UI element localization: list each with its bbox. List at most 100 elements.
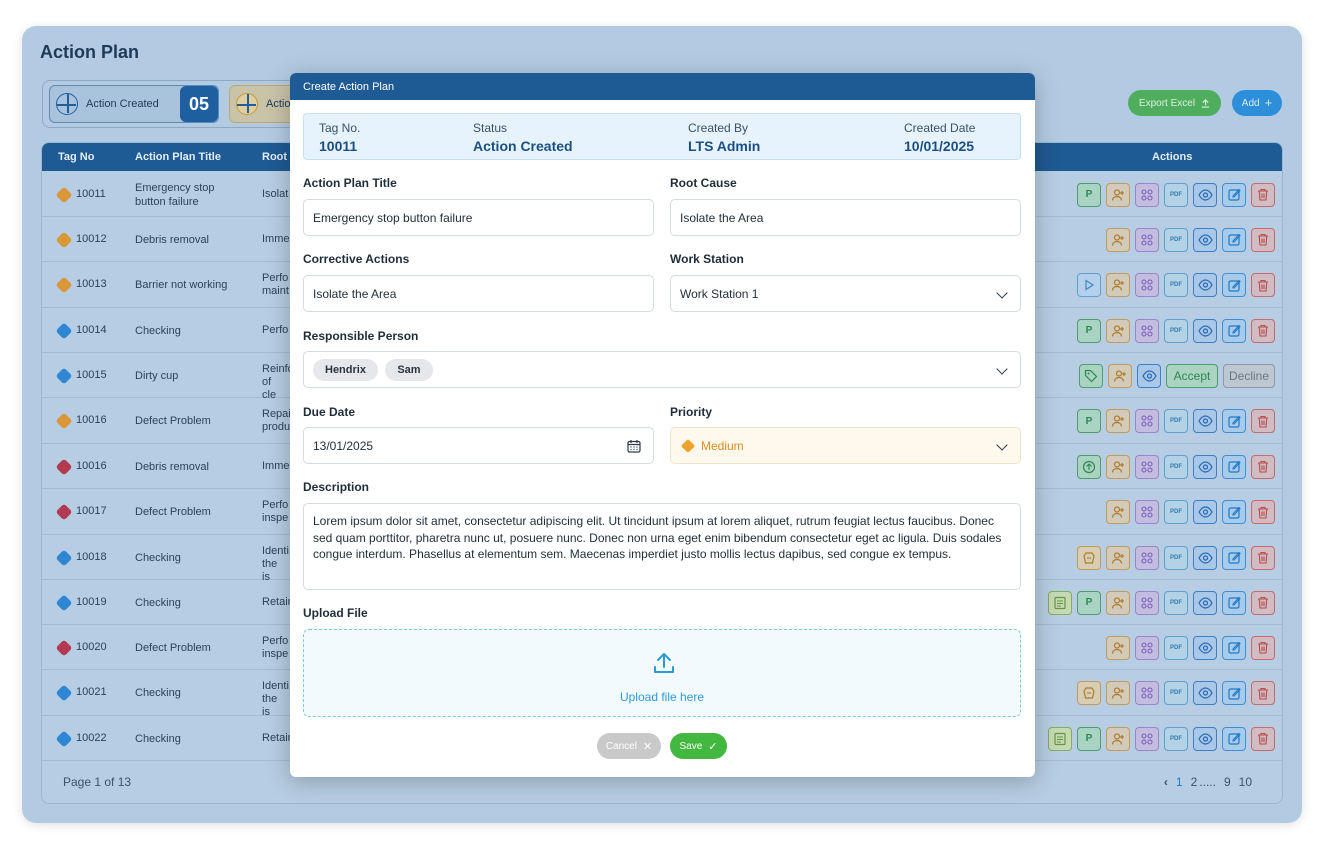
assign-user-button[interactable]	[1106, 182, 1130, 207]
workflow-button[interactable]	[1135, 318, 1159, 343]
assign-user-button[interactable]	[1106, 635, 1130, 660]
view-button[interactable]	[1193, 409, 1217, 433]
workflow-button[interactable]	[1135, 545, 1159, 570]
tag-button[interactable]	[1079, 363, 1103, 388]
prev-page-button[interactable]: ‹	[1164, 775, 1168, 789]
view-button[interactable]	[1193, 227, 1217, 252]
view-button[interactable]	[1193, 681, 1217, 705]
bag-button[interactable]	[1077, 545, 1101, 570]
edit-button[interactable]	[1222, 273, 1246, 297]
delete-button[interactable]	[1251, 681, 1275, 705]
workflow-button[interactable]	[1135, 273, 1159, 297]
p-button[interactable]: P	[1077, 318, 1101, 343]
delete-button[interactable]	[1251, 409, 1275, 433]
corrective-actions-input[interactable]: Isolate the Area	[303, 275, 654, 312]
accept-button[interactable]: Accept	[1166, 363, 1218, 388]
p-button[interactable]: P	[1077, 182, 1101, 207]
assign-user-button[interactable]	[1106, 227, 1130, 252]
view-button[interactable]	[1193, 182, 1217, 207]
assign-user-button[interactable]	[1106, 590, 1130, 615]
delete-button[interactable]	[1251, 318, 1275, 343]
delete-button[interactable]	[1251, 500, 1275, 524]
pdf-button[interactable]: PDF	[1164, 545, 1188, 570]
action-plan-title-input[interactable]: Emergency stop button failure	[303, 199, 654, 236]
root-cause-input[interactable]: Isolate the Area	[670, 199, 1021, 236]
decline-button[interactable]: Decline	[1223, 363, 1275, 388]
delete-button[interactable]	[1251, 545, 1275, 570]
upload-dropzone[interactable]: Upload file here	[303, 629, 1021, 717]
cancel-button[interactable]: Cancel ✕	[597, 733, 661, 759]
workflow-button[interactable]	[1135, 454, 1159, 479]
calendar-icon[interactable]	[627, 439, 641, 453]
edit-button[interactable]	[1222, 409, 1246, 433]
pdf-button[interactable]: PDF	[1164, 681, 1188, 705]
assign-user-button[interactable]	[1106, 500, 1130, 524]
p-button[interactable]: P	[1077, 590, 1101, 615]
view-button[interactable]	[1193, 454, 1217, 479]
progress-button[interactable]	[1077, 454, 1101, 479]
description-textarea[interactable]: Lorem ipsum dolor sit amet, consectetur …	[303, 503, 1021, 590]
edit-button[interactable]	[1222, 545, 1246, 570]
edit-button[interactable]	[1222, 681, 1246, 705]
workflow-button[interactable]	[1135, 409, 1159, 433]
assign-user-button[interactable]	[1106, 681, 1130, 705]
start-button[interactable]	[1077, 273, 1101, 297]
workflow-button[interactable]	[1135, 681, 1159, 705]
assign-user-button[interactable]	[1106, 409, 1130, 433]
add-button[interactable]: Add +	[1232, 90, 1282, 116]
bag-button[interactable]	[1077, 681, 1101, 705]
work-station-select[interactable]: Work Station 1	[670, 275, 1021, 312]
pdf-button[interactable]: PDF	[1164, 273, 1188, 297]
summary-card-action[interactable]: Action	[229, 85, 299, 123]
summary-card-action-created[interactable]: Action Created 05	[49, 85, 219, 123]
pdf-button[interactable]: PDF	[1164, 500, 1188, 524]
workflow-button[interactable]	[1135, 182, 1159, 207]
document-button[interactable]	[1048, 726, 1072, 751]
page-1[interactable]: 1	[1176, 775, 1183, 789]
col-title[interactable]: Action Plan Title	[135, 151, 221, 163]
view-button[interactable]	[1193, 500, 1217, 524]
view-button[interactable]	[1193, 545, 1217, 570]
edit-button[interactable]	[1222, 590, 1246, 615]
view-button[interactable]	[1193, 726, 1217, 751]
edit-button[interactable]	[1222, 726, 1246, 751]
pdf-button[interactable]: PDF	[1164, 635, 1188, 660]
pdf-button[interactable]: PDF	[1164, 182, 1188, 207]
col-root[interactable]: Root	[262, 151, 287, 163]
pdf-button[interactable]: PDF	[1164, 409, 1188, 433]
workflow-button[interactable]	[1135, 635, 1159, 660]
view-button[interactable]	[1193, 635, 1217, 660]
due-date-input[interactable]: 13/01/2025	[303, 427, 654, 464]
assign-user-button[interactable]	[1106, 454, 1130, 479]
delete-button[interactable]	[1251, 590, 1275, 615]
delete-button[interactable]	[1251, 273, 1275, 297]
workflow-button[interactable]	[1135, 500, 1159, 524]
person-chip[interactable]: Hendrix	[313, 359, 378, 381]
edit-button[interactable]	[1222, 454, 1246, 479]
pdf-button[interactable]: PDF	[1164, 726, 1188, 751]
delete-button[interactable]	[1251, 182, 1275, 207]
edit-button[interactable]	[1222, 318, 1246, 343]
pdf-button[interactable]: PDF	[1164, 318, 1188, 343]
assign-user-button[interactable]	[1108, 363, 1132, 388]
delete-button[interactable]	[1251, 454, 1275, 479]
view-button[interactable]	[1193, 273, 1217, 297]
view-button[interactable]	[1193, 318, 1217, 343]
document-button[interactable]	[1048, 590, 1072, 615]
workflow-button[interactable]	[1135, 590, 1159, 615]
delete-button[interactable]	[1251, 227, 1275, 252]
assign-user-button[interactable]	[1106, 318, 1130, 343]
pdf-button[interactable]: PDF	[1164, 227, 1188, 252]
edit-button[interactable]	[1222, 635, 1246, 660]
p-button[interactable]: P	[1077, 409, 1101, 433]
responsible-person-select[interactable]: Hendrix Sam	[303, 351, 1021, 388]
priority-select[interactable]: Medium	[670, 427, 1021, 464]
pdf-button[interactable]: PDF	[1164, 454, 1188, 479]
edit-button[interactable]	[1222, 500, 1246, 524]
view-button[interactable]	[1137, 363, 1161, 388]
assign-user-button[interactable]	[1106, 273, 1130, 297]
save-button[interactable]: Save ✓	[670, 733, 727, 759]
edit-button[interactable]	[1222, 227, 1246, 252]
delete-button[interactable]	[1251, 726, 1275, 751]
page-9[interactable]: 9	[1224, 775, 1231, 789]
